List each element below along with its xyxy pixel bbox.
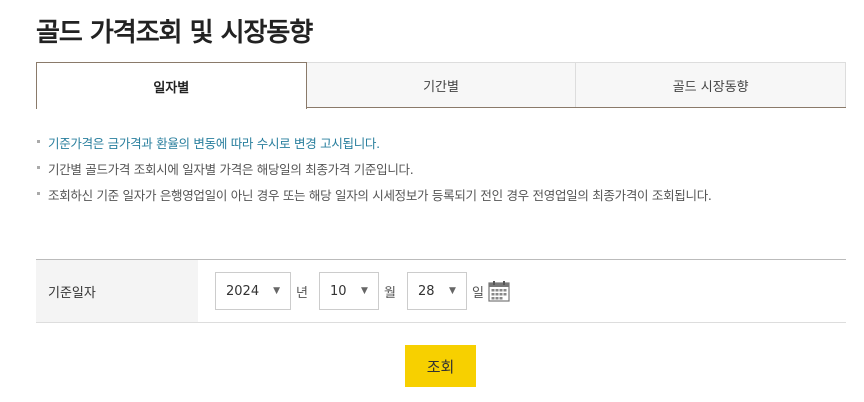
page-title: 골드 가격조회 및 시장동향 — [36, 18, 313, 48]
calendar-icon[interactable] — [488, 280, 510, 302]
chevron-down-icon: ▼ — [273, 286, 280, 296]
chevron-down-icon: ▼ — [361, 286, 368, 296]
month-value: 10 — [329, 283, 347, 299]
notice-item: 기간별 골드가격 조회시에 일자별 가격은 해당일의 최종가격 기준입니다. — [36, 159, 846, 180]
notice-list: 기준가격은 금가격과 환율의 변동에 따라 수시로 변경 고시됩니다. 기간별 … — [36, 133, 846, 211]
tab-bar: 일자별 기간별 골드 시장동향 — [36, 62, 847, 109]
year-value: 2024 — [226, 283, 260, 299]
tab-period[interactable]: 기간별 — [306, 62, 577, 107]
date-label: 기준일자 — [36, 260, 198, 322]
search-button[interactable]: 조회 — [405, 345, 476, 387]
notice-item: 조회하신 기준 일자가 은행영업일이 아닌 경우 또는 해당 일자의 시세정보가… — [36, 185, 846, 206]
month-unit: 월 — [383, 285, 396, 301]
month-select[interactable]: 10 ▼ — [318, 272, 379, 310]
chevron-down-icon: ▼ — [449, 286, 456, 296]
year-select[interactable]: 2024 ▼ — [215, 272, 291, 310]
tab-daily[interactable]: 일자별 — [36, 62, 307, 109]
day-select[interactable]: 28 ▼ — [406, 272, 467, 310]
notice-item: 기준가격은 금가격과 환율의 변동에 따라 수시로 변경 고시됩니다. — [36, 133, 846, 154]
tab-market-trend[interactable]: 골드 시장동향 — [576, 62, 847, 107]
date-form-row: 기준일자 2024 ▼ 년 10 ▼ 월 28 ▼ 일 — [36, 259, 846, 323]
year-unit: 년 — [296, 285, 308, 301]
day-value: 28 — [417, 283, 435, 299]
day-unit: 일 — [471, 285, 484, 301]
date-controls: 2024 ▼ 년 10 ▼ 월 28 ▼ 일 — [198, 260, 510, 322]
